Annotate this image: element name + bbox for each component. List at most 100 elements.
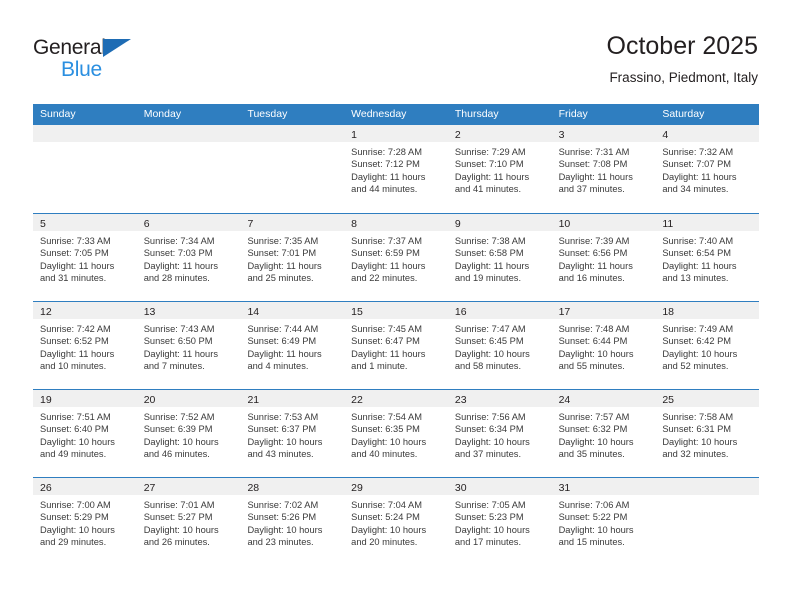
- sunrise-line: Sunrise: 7:47 AM: [454, 324, 526, 334]
- calendar-day-cell[interactable]: [240, 125, 345, 213]
- day-details: Sunrise: 7:51 AM Sunset: 6:40 PM Dayligh…: [33, 407, 137, 460]
- generalblue-logo[interactable]: General Blue: [33, 36, 163, 84]
- day-number-band: [240, 125, 345, 142]
- calendar-day-cell[interactable]: 20 Sunrise: 7:52 AM Sunset: 6:39 PM Dayl…: [136, 390, 241, 477]
- calendar-day-cell[interactable]: 9 Sunrise: 7:38 AM Sunset: 6:58 PM Dayli…: [447, 214, 552, 301]
- day-number-band: 21: [240, 390, 345, 407]
- calendar-day-cell[interactable]: 31 Sunrise: 7:06 AM Sunset: 5:22 PM Dayl…: [551, 478, 656, 565]
- sunset-line: Sunset: 7:12 PM: [351, 159, 420, 170]
- sunset-line: Sunset: 5:29 PM: [40, 512, 109, 523]
- calendar-day-cell[interactable]: 24 Sunrise: 7:57 AM Sunset: 6:32 PM Dayl…: [551, 390, 656, 477]
- day-number: 13: [143, 306, 156, 318]
- calendar-day-cell[interactable]: 21 Sunrise: 7:53 AM Sunset: 6:37 PM Dayl…: [240, 390, 345, 477]
- daylight-line-1: Daylight: 11 hours: [454, 171, 530, 182]
- calendar-day-cell[interactable]: 3 Sunrise: 7:31 AM Sunset: 7:08 PM Dayli…: [551, 125, 656, 213]
- sunrise-line: Sunrise: 7:06 AM: [558, 500, 630, 510]
- calendar-day-cell[interactable]: [655, 478, 760, 565]
- daylight-line-1: Daylight: 11 hours: [143, 348, 218, 359]
- daylight-line-2: and 28 minutes.: [143, 272, 210, 283]
- daylight-line-2: and 52 minutes.: [662, 360, 729, 371]
- daylight-line-2: and 34 minutes.: [662, 183, 729, 194]
- sunset-line: Sunset: 6:59 PM: [351, 248, 420, 259]
- sunrise-line: Sunrise: 7:53 AM: [247, 412, 319, 422]
- day-number-band: 22: [344, 390, 448, 407]
- calendar-day-cell[interactable]: 25 Sunrise: 7:58 AM Sunset: 6:31 PM Dayl…: [655, 390, 760, 477]
- day-number: 24: [558, 394, 571, 406]
- day-number: 6: [143, 218, 150, 230]
- day-number: 3: [558, 129, 565, 141]
- calendar-day-cell[interactable]: 18 Sunrise: 7:49 AM Sunset: 6:42 PM Dayl…: [655, 302, 760, 389]
- daylight-line-1: Daylight: 10 hours: [558, 524, 634, 535]
- sunrise-line: Sunrise: 7:00 AM: [40, 500, 111, 510]
- calendar-day-cell[interactable]: 14 Sunrise: 7:44 AM Sunset: 6:49 PM Dayl…: [240, 302, 345, 389]
- day-number: 15: [351, 306, 363, 318]
- calendar-day-cell[interactable]: 5 Sunrise: 7:33 AM Sunset: 7:05 PM Dayli…: [33, 214, 137, 301]
- day-number: 7: [247, 218, 254, 230]
- daylight-line-2: and 10 minutes.: [40, 360, 107, 371]
- day-details: Sunrise: 7:56 AM Sunset: 6:34 PM Dayligh…: [448, 407, 552, 460]
- sunrise-line: Sunrise: 7:34 AM: [143, 236, 215, 246]
- daylight-line-2: and 55 minutes.: [558, 360, 625, 371]
- calendar-day-cell[interactable]: 19 Sunrise: 7:51 AM Sunset: 6:40 PM Dayl…: [33, 390, 137, 477]
- day-number: 18: [662, 306, 674, 318]
- daylight-line-1: Daylight: 10 hours: [454, 436, 530, 447]
- sunset-line: Sunset: 7:07 PM: [662, 159, 732, 170]
- daylight-line-1: Daylight: 11 hours: [40, 348, 115, 359]
- day-details: Sunrise: 7:54 AM Sunset: 6:35 PM Dayligh…: [344, 407, 448, 460]
- calendar-day-cell[interactable]: 29 Sunrise: 7:04 AM Sunset: 5:24 PM Dayl…: [344, 478, 448, 565]
- sunrise-line: Sunrise: 7:48 AM: [558, 324, 630, 334]
- daylight-line-2: and 26 minutes.: [143, 536, 210, 547]
- calendar-day-cell[interactable]: 4 Sunrise: 7:32 AM Sunset: 7:07 PM Dayli…: [655, 125, 760, 213]
- daylight-line-2: and 20 minutes.: [351, 536, 418, 547]
- day-number-band: 10: [551, 214, 656, 231]
- sunset-line: Sunset: 7:03 PM: [143, 248, 213, 259]
- daylight-line-1: Daylight: 11 hours: [558, 260, 633, 271]
- calendar-day-cell[interactable]: 13 Sunrise: 7:43 AM Sunset: 6:50 PM Dayl…: [136, 302, 241, 389]
- day-number: 22: [351, 394, 363, 406]
- day-number: 17: [558, 306, 571, 318]
- sunset-line: Sunset: 6:52 PM: [40, 336, 109, 347]
- sunset-line: Sunset: 6:49 PM: [247, 336, 317, 347]
- calendar-day-cell[interactable]: 23 Sunrise: 7:56 AM Sunset: 6:34 PM Dayl…: [447, 390, 552, 477]
- calendar-day-cell[interactable]: 2 Sunrise: 7:29 AM Sunset: 7:10 PM Dayli…: [447, 125, 552, 213]
- calendar-day-cell[interactable]: 22 Sunrise: 7:54 AM Sunset: 6:35 PM Dayl…: [344, 390, 448, 477]
- calendar-day-cell[interactable]: 27 Sunrise: 7:01 AM Sunset: 5:27 PM Dayl…: [136, 478, 241, 565]
- calendar-day-cell[interactable]: 10 Sunrise: 7:39 AM Sunset: 6:56 PM Dayl…: [551, 214, 656, 301]
- sunset-line: Sunset: 6:34 PM: [454, 424, 524, 435]
- calendar-day-cell[interactable]: 1 Sunrise: 7:28 AM Sunset: 7:12 PM Dayli…: [344, 125, 448, 213]
- calendar-day-cell[interactable]: 11 Sunrise: 7:40 AM Sunset: 6:54 PM Dayl…: [655, 214, 760, 301]
- calendar-day-cell[interactable]: 26 Sunrise: 7:00 AM Sunset: 5:29 PM Dayl…: [33, 478, 137, 565]
- weekday-header-saturday: Saturday: [662, 108, 705, 120]
- day-details: Sunrise: 7:33 AM Sunset: 7:05 PM Dayligh…: [33, 231, 137, 284]
- calendar-day-cell[interactable]: 6 Sunrise: 7:34 AM Sunset: 7:03 PM Dayli…: [136, 214, 241, 301]
- weekday-header-tuesday: Tuesday: [247, 108, 288, 120]
- calendar-day-cell[interactable]: 12 Sunrise: 7:42 AM Sunset: 6:52 PM Dayl…: [33, 302, 137, 389]
- sunset-line: Sunset: 6:45 PM: [454, 336, 524, 347]
- daylight-line-1: Daylight: 10 hours: [351, 436, 427, 447]
- day-details: Sunrise: 7:38 AM Sunset: 6:58 PM Dayligh…: [448, 231, 552, 284]
- calendar-day-cell[interactable]: [136, 125, 241, 213]
- day-number-band: 18: [655, 302, 760, 319]
- calendar-day-cell[interactable]: 17 Sunrise: 7:48 AM Sunset: 6:44 PM Dayl…: [551, 302, 656, 389]
- day-number: 28: [247, 482, 260, 494]
- calendar-day-cell[interactable]: 8 Sunrise: 7:37 AM Sunset: 6:59 PM Dayli…: [344, 214, 448, 301]
- calendar-day-cell[interactable]: 7 Sunrise: 7:35 AM Sunset: 7:01 PM Dayli…: [240, 214, 345, 301]
- calendar-day-cell[interactable]: 30 Sunrise: 7:05 AM Sunset: 5:23 PM Dayl…: [447, 478, 552, 565]
- sunset-line: Sunset: 6:40 PM: [40, 424, 109, 435]
- day-number: 1: [351, 129, 357, 141]
- day-number-band: [33, 125, 137, 142]
- calendar-day-cell[interactable]: [33, 125, 137, 213]
- calendar-day-cell[interactable]: 15 Sunrise: 7:45 AM Sunset: 6:47 PM Dayl…: [344, 302, 448, 389]
- calendar-day-cell[interactable]: 28 Sunrise: 7:02 AM Sunset: 5:26 PM Dayl…: [240, 478, 345, 565]
- page-header: General Blue October 2025 Frassino, Pied…: [0, 0, 792, 100]
- day-number: 12: [40, 306, 52, 318]
- sunrise-line: Sunrise: 7:58 AM: [662, 412, 734, 422]
- daylight-line-2: and 31 minutes.: [40, 272, 107, 283]
- daylight-line-2: and 25 minutes.: [247, 272, 314, 283]
- calendar-day-cell[interactable]: 16 Sunrise: 7:47 AM Sunset: 6:45 PM Dayl…: [447, 302, 552, 389]
- day-number-band: 14: [240, 302, 345, 319]
- sunset-line: Sunset: 6:37 PM: [247, 424, 317, 435]
- daylight-line-1: Daylight: 10 hours: [558, 436, 634, 447]
- sunset-line: Sunset: 5:24 PM: [351, 512, 420, 523]
- day-details: Sunrise: 7:57 AM Sunset: 6:32 PM Dayligh…: [552, 407, 656, 460]
